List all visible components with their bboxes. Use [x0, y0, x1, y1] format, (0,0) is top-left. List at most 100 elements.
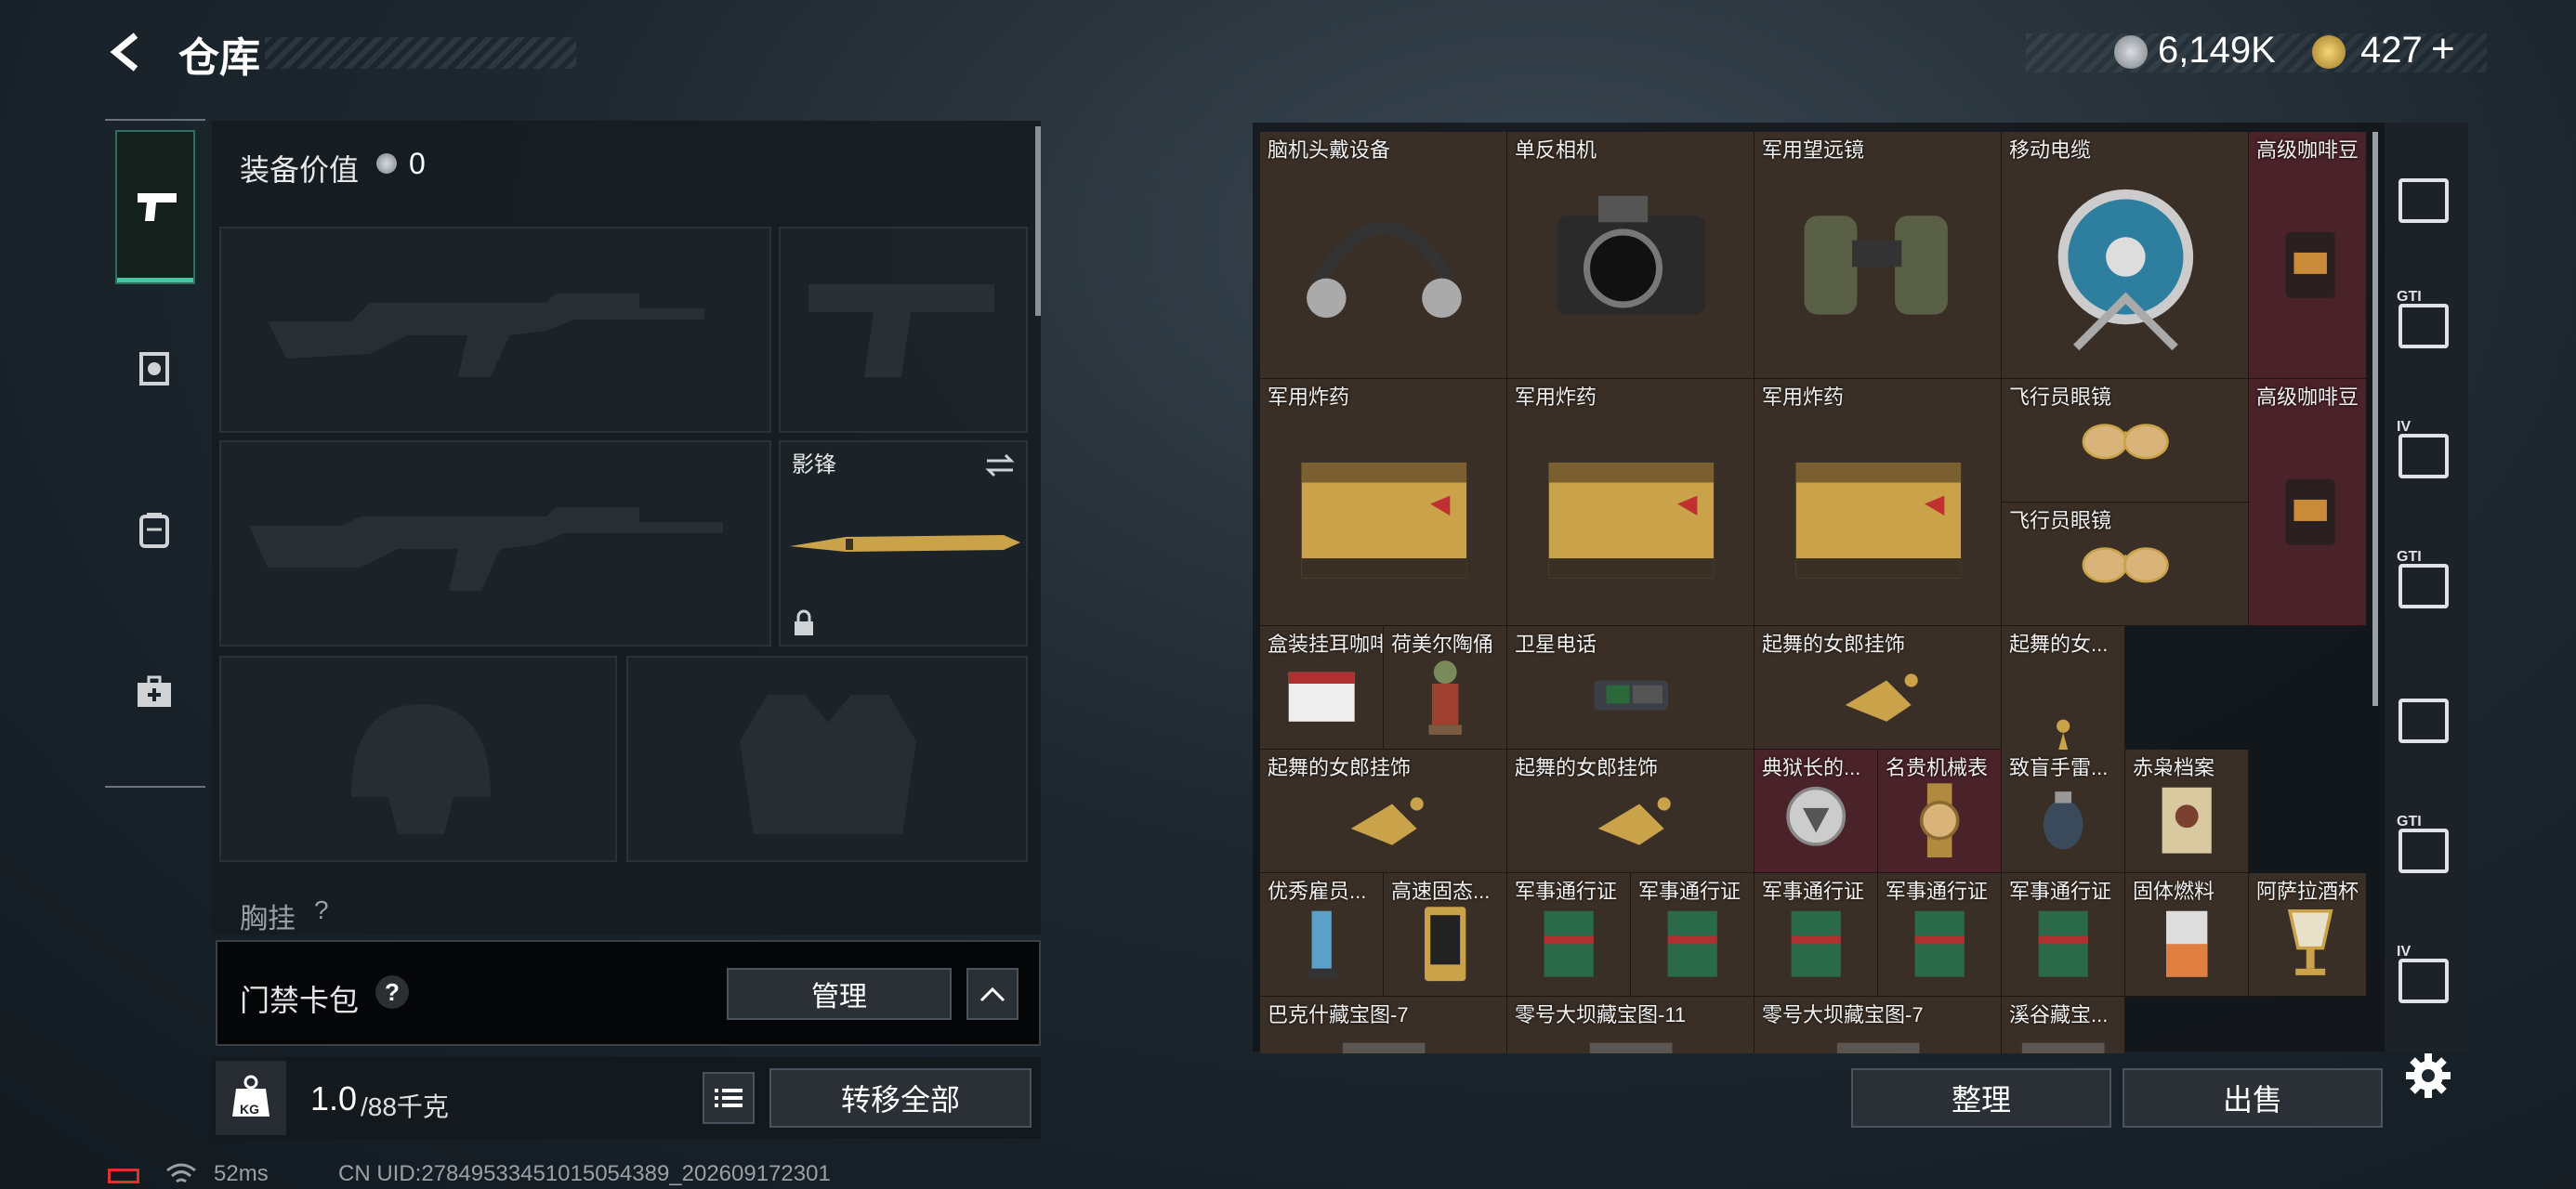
- stash-item[interactable]: 阿萨拉酒杯: [2249, 873, 2366, 997]
- lock-icon: [795, 609, 813, 635]
- badge-icon: [1786, 787, 1847, 846]
- manage-button[interactable]: 管理: [727, 968, 952, 1020]
- gt-truck-icon: GTI: [2397, 549, 2449, 608]
- stash-item[interactable]: 军用炸药: [1260, 379, 1507, 626]
- storage-tab[interactable]: GTI: [2395, 549, 2452, 615]
- gt-vault-selected-icon: [2399, 699, 2449, 743]
- primary-weapon-slot[interactable]: [219, 227, 771, 433]
- stash-item[interactable]: 高速固态...: [1384, 873, 1507, 997]
- expand-button[interactable]: [966, 968, 1019, 1020]
- stash-item-name: 军事通行证: [1638, 880, 1741, 903]
- settings-button[interactable]: [2402, 1050, 2454, 1102]
- stash-item[interactable]: 军用炸药: [1755, 379, 2002, 626]
- helmet-slot[interactable]: [219, 656, 617, 862]
- stash-item[interactable]: 移动电缆: [2002, 132, 2249, 379]
- currency-coins: 6,149K: [2158, 30, 2276, 71]
- stash-item[interactable]: 军事通行证: [1755, 873, 1878, 997]
- stash-item[interactable]: 单反相机: [1507, 132, 1755, 379]
- storage-tab-label: GTI: [2397, 289, 2422, 305]
- storage-tab[interactable]: GTI: [2395, 814, 2452, 880]
- pistol-slot[interactable]: [779, 227, 1028, 433]
- armor-tab-icon[interactable]: [134, 348, 175, 394]
- stash-item[interactable]: 典狱长的...: [1755, 750, 1878, 873]
- stash-item[interactable]: 致盲手雷...: [2002, 750, 2125, 873]
- tab-weapon[interactable]: [115, 130, 195, 284]
- swap-icon[interactable]: [983, 451, 1017, 479]
- sort-button[interactable]: 整理: [1851, 1068, 2111, 1128]
- armor-slot[interactable]: [626, 656, 1028, 862]
- stash-item[interactable]: 零号大坝藏宝图-7: [1755, 997, 2002, 1053]
- transfer-all-button[interactable]: 转移全部: [769, 1068, 1032, 1128]
- stash-item-name: 起舞的女...: [2009, 633, 2109, 656]
- sat-phone-icon: [1594, 680, 1668, 711]
- stash-item[interactable]: 起舞的女郎挂饰: [1755, 626, 2002, 750]
- stash-item[interactable]: 高级咖啡豆: [2249, 379, 2366, 626]
- stash-item-name: 名贵机械表: [1886, 756, 1989, 779]
- gt-add-icon: IV: [2397, 419, 2449, 478]
- melee-slot[interactable]: 影锋: [779, 440, 1028, 647]
- storage-tab[interactable]: IV: [2395, 419, 2452, 485]
- stash-item[interactable]: 飞行员眼镜: [2002, 379, 2249, 503]
- stash-item[interactable]: 飞行员眼镜: [2002, 503, 2249, 626]
- stash-item-name: 起舞的女郎挂饰: [1762, 633, 1906, 656]
- stash-item[interactable]: 军用望远镜: [1755, 132, 2002, 379]
- stash-item[interactable]: 荷美尔陶俑: [1384, 626, 1507, 750]
- stash-item[interactable]: 赤枭档案: [2125, 750, 2249, 873]
- stash-item[interactable]: 优秀雇员...: [1260, 873, 1384, 997]
- chest-rig-help[interactable]: ?: [314, 895, 329, 925]
- stash-item[interactable]: 固体燃料: [2125, 873, 2249, 997]
- stash-item-name: 起舞的女郎挂饰: [1515, 756, 1659, 779]
- stash-item[interactable]: 高级咖啡豆: [2249, 132, 2366, 379]
- stash-item[interactable]: 军事通行证: [1878, 873, 2002, 997]
- secondary-weapon-slot[interactable]: [219, 440, 771, 647]
- rifle-silhouette-icon: [268, 294, 704, 377]
- stash-item-name: 军事通行证: [2009, 880, 2112, 903]
- stash-item-name: 高级咖啡豆: [2256, 138, 2359, 162]
- storage-tab[interactable]: GTI: [2395, 289, 2452, 355]
- back-button[interactable]: [102, 26, 158, 82]
- stash-scrollbar[interactable]: [2372, 132, 2378, 706]
- keycard-help-button[interactable]: ?: [375, 975, 409, 1009]
- stash-item[interactable]: 零号大坝藏宝图-11: [1507, 997, 1755, 1053]
- stash-item[interactable]: 名贵机械表: [1878, 750, 2002, 873]
- stash-item-name: 军用望远镜: [1762, 138, 1865, 162]
- stash-item[interactable]: 起舞的女郎挂饰: [1260, 750, 1507, 873]
- stash-item[interactable]: 巴克什藏宝图-7: [1260, 997, 1507, 1053]
- storage-tab-label: GTI: [2397, 814, 2422, 830]
- stash-item[interactable]: 军事通行证: [1631, 873, 1755, 997]
- helmet-silhouette-icon: [351, 704, 491, 834]
- stash-item[interactable]: 军事通行证: [1507, 873, 1631, 997]
- wifi-icon: [166, 1163, 196, 1183]
- list-icon: [715, 1089, 743, 1107]
- add-gold-button[interactable]: +: [2431, 26, 2455, 72]
- pass-book-icon: [1791, 911, 1842, 977]
- back-arrow-icon: [110, 33, 138, 72]
- medical-tab-icon[interactable]: [134, 673, 175, 715]
- backpack-tab-icon[interactable]: [134, 509, 175, 555]
- loadout-scrollbar[interactable]: [1035, 126, 1041, 316]
- stash-item-name: 军事通行证: [1762, 880, 1865, 903]
- stash-item-name: 零号大坝藏宝图-7: [1762, 1003, 1924, 1026]
- stash-item[interactable]: 卫星电话: [1507, 626, 1755, 750]
- chest-rig-label: 胸挂: [240, 904, 296, 934]
- pass-book-icon: [1914, 911, 1965, 977]
- stash-item[interactable]: 盒装挂耳咖啡: [1260, 626, 1384, 750]
- sell-button[interactable]: 出售: [2123, 1068, 2383, 1128]
- title-underline: [265, 37, 576, 69]
- stash-item[interactable]: 军事通行证: [2002, 873, 2125, 997]
- stash-item[interactable]: 起舞的女郎挂饰: [1507, 750, 1755, 873]
- storage-tab-label: IV: [2397, 944, 2412, 960]
- storage-tab[interactable]: [2395, 692, 2452, 750]
- dancer-ornament-icon: [1350, 797, 1424, 846]
- stash-item-name: 巴克什藏宝图-7: [1268, 1003, 1409, 1026]
- stash-item[interactable]: 脑机头戴设备: [1260, 132, 1507, 379]
- list-view-button[interactable]: [703, 1072, 755, 1124]
- keycard-label: 门禁卡包: [240, 984, 360, 1017]
- storage-tab[interactable]: [2395, 172, 2452, 229]
- stash-item-name: 零号大坝藏宝图-11: [1515, 1003, 1687, 1026]
- stash-item-name: 脑机头戴设备: [1268, 138, 1391, 162]
- stash-item[interactable]: 溪谷藏宝...: [2002, 997, 2125, 1053]
- storage-tab-label: IV: [2397, 419, 2412, 435]
- stash-item[interactable]: 军用炸药: [1507, 379, 1755, 626]
- storage-tab[interactable]: IV: [2395, 944, 2452, 1010]
